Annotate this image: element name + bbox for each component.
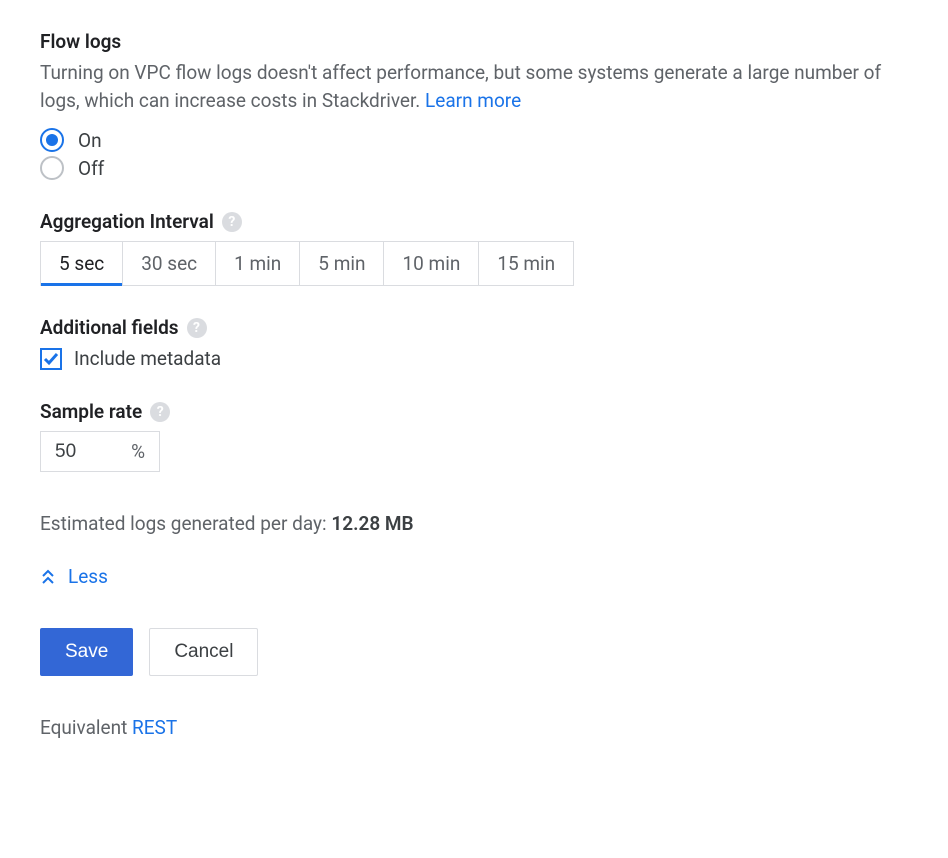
equivalent-rest-link[interactable]: REST [132,716,177,739]
radio-on[interactable]: On [40,128,908,152]
sample-rate-label: Sample rate [40,400,142,423]
help-icon[interactable]: ? [222,212,242,232]
aggregation-option-1min[interactable]: 1 min [216,242,300,285]
flow-logs-radio-group: On Off [40,128,908,180]
less-label: Less [68,565,108,588]
radio-off-label: Off [78,157,104,180]
aggregation-label-row: Aggregation Interval ? [40,210,908,233]
aggregation-section: Aggregation Interval ? 5 sec 30 sec 1 mi… [40,210,908,286]
radio-on-circle [40,128,64,152]
radio-off-circle [40,156,64,180]
include-metadata-checkbox-row[interactable]: Include metadata [40,347,908,370]
flow-logs-section: Flow logs Turning on VPC flow logs doesn… [40,30,908,180]
radio-off[interactable]: Off [40,156,908,180]
flow-logs-title: Flow logs [40,30,908,53]
aggregation-label: Aggregation Interval [40,210,214,233]
aggregation-option-10min[interactable]: 10 min [384,242,479,285]
equivalent-row: Equivalent REST [40,716,908,739]
estimate-value: 12.28 MB [331,512,413,535]
cancel-button[interactable]: Cancel [149,628,258,676]
sample-rate-input-wrap: % [40,431,160,472]
less-toggle[interactable]: Less [40,565,908,588]
sample-rate-unit: % [131,440,145,463]
aggregation-option-15min[interactable]: 15 min [479,242,573,285]
aggregation-option-5sec[interactable]: 5 sec [41,242,123,285]
include-metadata-label: Include metadata [74,347,221,370]
help-icon[interactable]: ? [150,402,170,422]
flow-logs-description: Turning on VPC flow logs doesn't affect … [40,59,908,114]
additional-fields-section: Additional fields ? Include metadata [40,316,908,370]
radio-on-dot [46,134,58,146]
help-icon[interactable]: ? [187,318,207,338]
sample-rate-section: Sample rate ? % [40,400,908,472]
include-metadata-checkbox [40,348,62,370]
learn-more-link[interactable]: Learn more [425,89,521,112]
estimate-prefix: Estimated logs generated per day: [40,512,331,535]
equivalent-prefix: Equivalent [40,716,132,739]
aggregation-option-30sec[interactable]: 30 sec [123,242,216,285]
save-button[interactable]: Save [40,628,133,676]
radio-on-label: On [78,129,102,152]
aggregation-option-5min[interactable]: 5 min [300,242,384,285]
sample-rate-label-row: Sample rate ? [40,400,908,423]
button-row: Save Cancel [40,628,908,676]
aggregation-segmented: 5 sec 30 sec 1 min 5 min 10 min 15 min [40,241,574,286]
additional-fields-label-row: Additional fields ? [40,316,908,339]
estimate-row: Estimated logs generated per day: 12.28 … [40,512,908,535]
chevron-up-double-icon [40,568,56,586]
sample-rate-input[interactable] [55,441,105,463]
checkmark-icon [43,351,59,367]
additional-fields-label: Additional fields [40,316,179,339]
